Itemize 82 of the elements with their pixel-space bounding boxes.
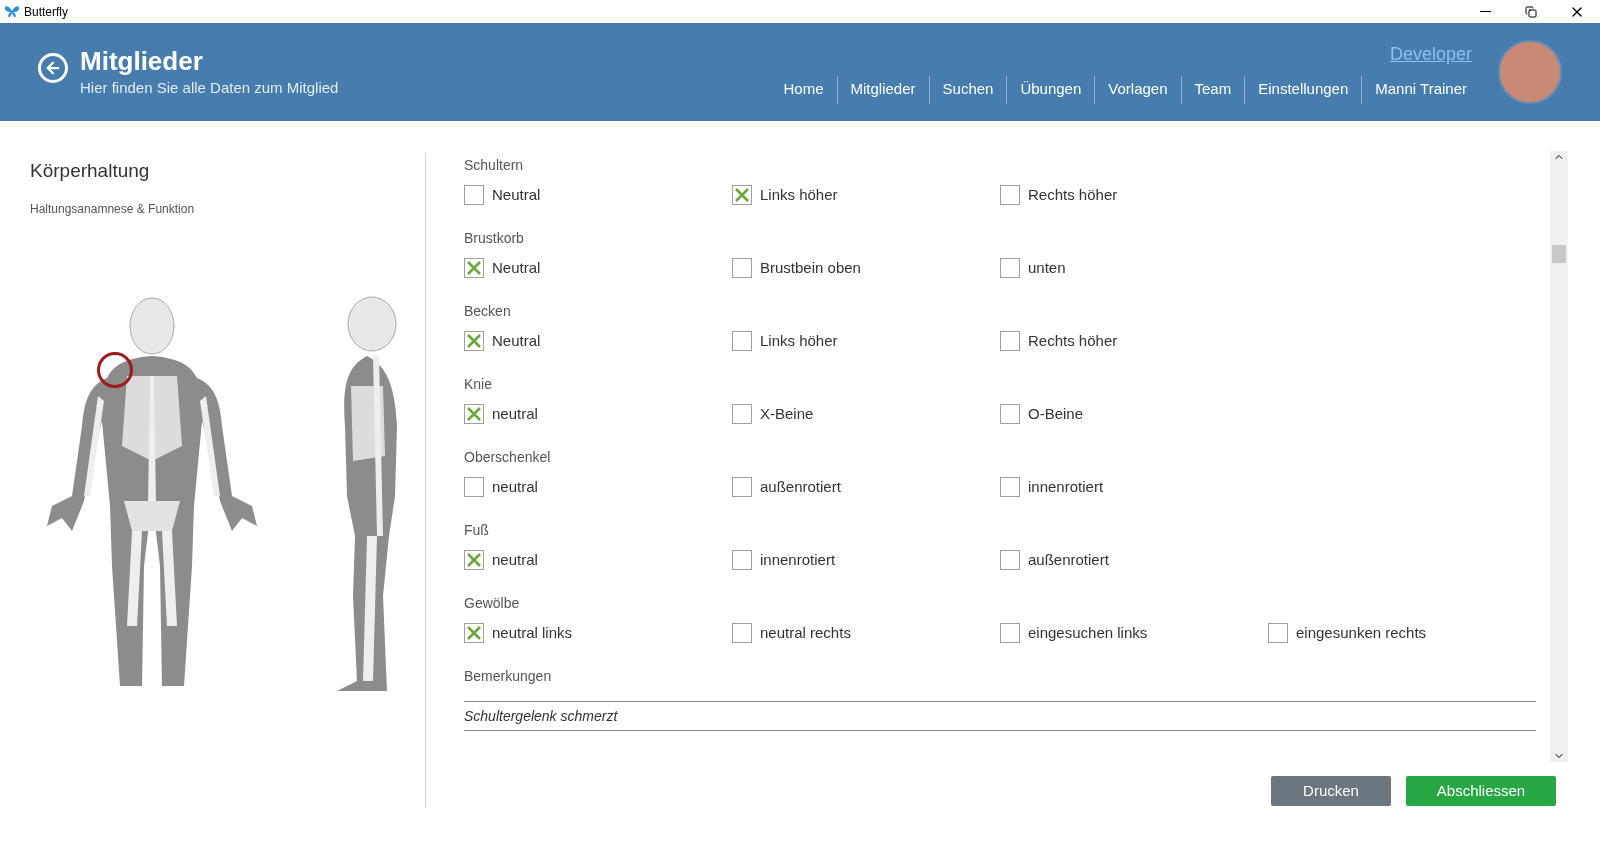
checkbox[interactable] — [464, 623, 484, 644]
checkbox[interactable] — [1000, 623, 1020, 644]
option-label: Neutral — [492, 185, 541, 205]
nav-link[interactable]: Einstellungen — [1245, 78, 1362, 101]
nav-link[interactable]: Team — [1181, 78, 1245, 101]
option-label: Rechts höher — [1028, 331, 1118, 351]
checkbox[interactable] — [732, 331, 752, 352]
cross-check-icon — [466, 333, 482, 350]
option-label: neutral links — [492, 623, 573, 643]
shoulder-marker[interactable] — [97, 351, 133, 388]
option-label: neutral — [492, 477, 538, 497]
nav-link[interactable]: Vorlagen — [1095, 78, 1181, 101]
cross-check-icon — [466, 406, 482, 423]
checkbox[interactable] — [732, 623, 752, 644]
developer-link[interactable]: Developer — [1389, 40, 1472, 68]
checkbox[interactable] — [1000, 550, 1020, 571]
cross-check-icon — [466, 260, 482, 277]
checkbox[interactable] — [1000, 331, 1020, 352]
remarks-label: Bemerkungen — [464, 667, 553, 686]
checkbox[interactable] — [1000, 185, 1020, 206]
option-label: unten — [1028, 258, 1066, 278]
print-button[interactable]: Drucken — [1271, 776, 1391, 806]
group-label: Becken — [464, 302, 512, 321]
nav-link[interactable]: Suchen — [929, 78, 1007, 101]
checkbox[interactable] — [1268, 623, 1288, 644]
checkbox[interactable] — [732, 404, 752, 425]
finish-button[interactable]: Abschliessen — [1406, 776, 1556, 806]
remarks-field[interactable]: Schultergelenk schmerzt — [464, 701, 1536, 731]
option-label: außenrotiert — [1028, 550, 1109, 570]
cross-check-icon — [466, 552, 482, 569]
checkbox[interactable] — [1000, 404, 1020, 425]
checkbox[interactable] — [464, 404, 484, 425]
option-label: neutral rechts — [760, 623, 851, 643]
checkbox[interactable] — [464, 477, 484, 498]
checkbox[interactable] — [1000, 258, 1020, 279]
option-label: Links höher — [760, 331, 838, 351]
option-label: X-Beine — [760, 404, 814, 424]
checkbox[interactable] — [732, 550, 752, 571]
option-label: eingesuchen links — [1028, 623, 1148, 643]
window-title: Butterfly — [24, 3, 68, 21]
checkbox[interactable] — [464, 185, 484, 206]
group-label: Schultern — [464, 156, 525, 175]
page-title: Mitglieder — [80, 44, 204, 77]
option-label: Neutral — [492, 331, 541, 351]
option-label: Neutral — [492, 258, 541, 278]
nav-link[interactable]: Mitglieder — [837, 78, 929, 101]
scrollbar[interactable] — [1550, 151, 1568, 762]
option-label: Rechts höher — [1028, 185, 1118, 205]
nav-link[interactable]: Home — [770, 78, 837, 101]
checkbox[interactable] — [1000, 477, 1020, 498]
checkbox[interactable] — [732, 477, 752, 498]
back-button[interactable] — [38, 53, 68, 83]
option-label: außenrotiert — [760, 477, 841, 497]
option-label: neutral — [492, 550, 538, 570]
nav-link[interactable]: Manni Trainer — [1362, 78, 1480, 101]
option-label: neutral — [492, 404, 538, 424]
checkbox[interactable] — [464, 550, 484, 571]
option-label: O-Beine — [1028, 404, 1084, 424]
group-label: Gewölbe — [464, 594, 521, 613]
page-subtitle: Hier finden Sie alle Daten zum Mitglied — [80, 77, 339, 98]
group-label: Knie — [464, 375, 494, 394]
section-title: Körperhaltung — [30, 159, 151, 183]
option-label: innenrotiert — [760, 550, 836, 570]
checkbox[interactable] — [464, 331, 484, 352]
option-label: Brustbein oben — [760, 258, 861, 278]
option-label: innenrotiert — [1028, 477, 1104, 497]
scroll-thumb[interactable] — [1552, 245, 1566, 263]
checkbox[interactable] — [732, 258, 752, 279]
minimize-icon — [1479, 11, 1491, 12]
option-label: eingesunken rechts — [1296, 623, 1427, 643]
checkbox[interactable] — [732, 185, 752, 206]
group-label: Brustkorb — [464, 229, 525, 248]
cross-check-icon — [466, 625, 482, 642]
cross-check-icon — [734, 187, 750, 204]
butterfly-logo-icon — [4, 4, 20, 19]
group-label: Fuß — [464, 521, 490, 540]
section-subtitle: Haltungsanamnese & Funktion — [30, 200, 196, 218]
restore-icon — [1525, 5, 1537, 18]
group-label: Oberschenkel — [464, 448, 552, 467]
nav-link[interactable]: Übungen — [1007, 78, 1095, 101]
option-label: Links höher — [760, 185, 838, 205]
checkbox[interactable] — [464, 258, 484, 279]
